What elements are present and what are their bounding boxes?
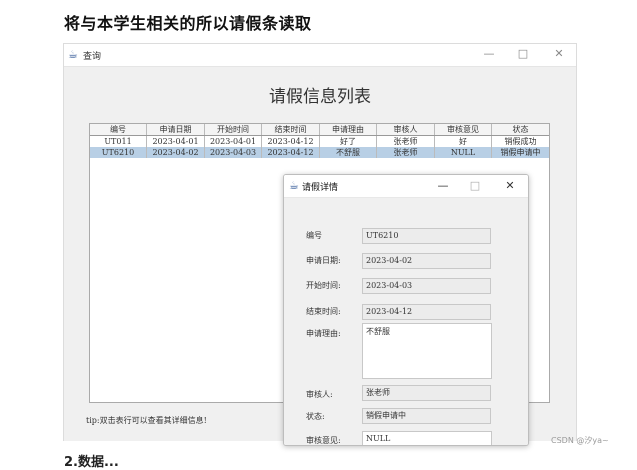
column-header-end[interactable]: 结束时间 (262, 124, 320, 135)
dialog-minimize-button[interactable]: — (432, 178, 454, 194)
table-cell: 2023-04-12 (262, 136, 320, 147)
list-heading: 请假信息列表 (269, 87, 371, 107)
next-heading-fragment: 2.数据... (64, 455, 119, 470)
dialog-close-button[interactable]: ✕ (499, 178, 521, 194)
apply-date-label: 申请日期: (306, 256, 341, 265)
id-field[interactable]: UT6210 (362, 228, 491, 244)
dialog-maximize-button[interactable]: □ (464, 178, 486, 194)
java-app-icon: ☕ (289, 179, 299, 192)
table-cell: 2023-04-03 (205, 147, 262, 158)
leave-detail-dialog: ☕ 请假详情 — □ ✕ 编号 UT6210 申请日期: 2023-04-02 … (283, 174, 529, 446)
table-row-selected[interactable]: UT6210 2023-04-02 2023-04-03 2023-04-12 … (90, 147, 549, 158)
column-header-apply-date[interactable]: 申请日期 (147, 124, 205, 135)
table-row[interactable]: UT011 2023-04-01 2023-04-01 2023-04-12 好… (90, 136, 549, 147)
dialog-content: 编号 UT6210 申请日期: 2023-04-02 开始时间: 2023-04… (284, 197, 528, 445)
column-header-id[interactable]: 编号 (90, 124, 147, 135)
table-cell: UT011 (90, 136, 147, 147)
dialog-titlebar[interactable]: ☕ 请假详情 — □ ✕ (284, 175, 528, 197)
table-cell: 2023-04-12 (262, 147, 320, 158)
minimize-button[interactable]: — (478, 46, 500, 62)
dialog-title: 请假详情 (302, 183, 339, 193)
table-cell: 好 (435, 136, 492, 147)
column-header-reviewer[interactable]: 审核人 (377, 124, 435, 135)
maximize-button[interactable]: □ (512, 46, 534, 62)
column-header-reason[interactable]: 申请理由 (320, 124, 377, 135)
column-header-start[interactable]: 开始时间 (205, 124, 262, 135)
table-cell: 不舒服 (320, 147, 377, 158)
status-field[interactable]: 销假申请中 (362, 408, 491, 424)
end-time-label: 结束时间: (306, 307, 341, 316)
table-cell: UT6210 (90, 147, 147, 158)
page-heading: 将与本学生相关的所以请假条读取 (64, 14, 312, 33)
close-button[interactable]: ✕ (548, 46, 570, 62)
table-cell: 张老师 (377, 147, 435, 158)
table-cell: NULL (435, 147, 492, 158)
table-cell: 好了 (320, 136, 377, 147)
column-header-opinion[interactable]: 审核意见 (435, 124, 492, 135)
id-label: 编号 (306, 231, 322, 240)
start-time-label: 开始时间: (306, 281, 341, 290)
reviewer-field[interactable]: 张老师 (362, 385, 491, 401)
opinion-textarea[interactable]: NULL (362, 431, 492, 445)
table-cell: 2023-04-01 (147, 136, 205, 147)
table-header: 编号 申请日期 开始时间 结束时间 申请理由 审核人 审核意见 状态 (90, 124, 549, 136)
status-label: 状态: (306, 412, 325, 421)
table-cell: 销假成功 (504, 137, 537, 146)
opinion-label: 审核意见: (306, 436, 341, 445)
java-app-icon: ☕ (68, 48, 78, 61)
apply-date-field[interactable]: 2023-04-02 (362, 253, 491, 269)
table-cell: 张老师 (377, 136, 435, 147)
tip-text: tip:双击表行可以查看其详细信息! (86, 416, 207, 425)
start-time-field[interactable]: 2023-04-03 (362, 278, 491, 294)
query-window-titlebar[interactable]: ☕ 查询 — □ ✕ (64, 44, 576, 66)
csdn-watermark: CSDN @汐ya~ (551, 436, 609, 445)
table-cell: 销假申请中 (500, 148, 541, 157)
reason-label: 申请理由: (306, 329, 341, 338)
query-window-title: 查询 (83, 52, 102, 62)
column-header-status[interactable]: 状态 (492, 124, 549, 135)
table-cell: 2023-04-02 (147, 147, 205, 158)
reason-textarea[interactable]: 不舒服 (362, 323, 492, 379)
reviewer-label: 审核人: (306, 390, 333, 399)
table-cell: 2023-04-01 (205, 136, 262, 147)
end-time-field[interactable]: 2023-04-12 (362, 304, 491, 320)
